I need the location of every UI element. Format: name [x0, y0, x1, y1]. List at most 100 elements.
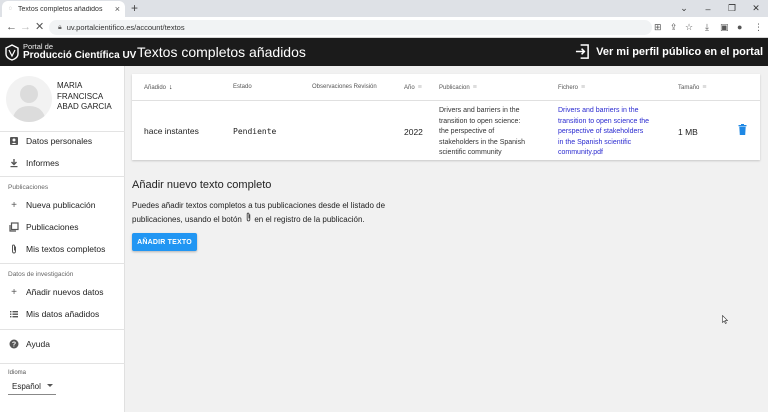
file-link-line: transition to open science the [558, 117, 650, 125]
file-link-line: community.pdf [558, 149, 603, 156]
sidebar-item-label: Informes [26, 158, 60, 168]
chevron-down-icon[interactable]: ⌄ [672, 0, 696, 17]
column-header-anadido[interactable]: Añadido ↓ [144, 84, 173, 91]
column-header-publicacion[interactable]: Publicacion ≡ [439, 84, 477, 91]
sidebar-divider [0, 363, 125, 364]
file-link-line: in the Spanish scientific [558, 138, 632, 146]
language-value: Español [12, 382, 41, 391]
tab-favicon-icon: ◌ [8, 6, 13, 12]
publicacion-line: scientific community [439, 149, 502, 156]
cell-publicacion: Drivers and barriers in the transition t… [439, 106, 525, 159]
sidebar-item-label: Añadir nuevos datos [26, 287, 104, 297]
share-icon[interactable]: ⇪ [670, 21, 678, 33]
sidebar-divider [0, 329, 125, 330]
stop-loading-icon[interactable]: ✕ [35, 20, 44, 34]
column-header-estado: Estado [233, 84, 252, 90]
add-section-title: Añadir nuevo texto completo [132, 179, 272, 191]
add-text-button[interactable]: AÑADIR TEXTO [132, 233, 197, 251]
publicacion-line: the perspective of [439, 128, 495, 135]
person-card-icon [9, 136, 19, 146]
sidepanel-icon[interactable]: ▣ [720, 21, 729, 33]
column-header-label: Estado [233, 84, 252, 90]
desc-line: Puedes añadir textos completos a tus pub… [132, 201, 386, 210]
minimize-icon[interactable]: – [696, 0, 720, 17]
mouse-cursor-icon [722, 315, 728, 324]
language-label: Idioma [8, 370, 27, 376]
column-header-tamano[interactable]: Tamaño ≡ [678, 84, 706, 91]
column-header-anio[interactable]: Año ≡ [404, 84, 422, 91]
sidebar: MARIA FRANCISCA ABAD GARCIA Datos person… [0, 66, 125, 412]
app-header: Portal de Producció Científica UV Textos… [0, 38, 768, 66]
sidebar-item-label: Ayuda [26, 339, 50, 349]
browser-tab[interactable]: ◌ Textos completos añadidos × [2, 1, 125, 17]
avatar [6, 76, 52, 122]
sidebar-item-label: Datos personales [26, 136, 93, 146]
download-icon [9, 158, 19, 168]
column-header-observaciones: Observaciones Revisión [312, 84, 377, 90]
plus-icon: + [11, 286, 17, 298]
library-books-icon [9, 222, 19, 232]
file-link[interactable]: Drivers and barriers in the transition t… [558, 106, 649, 159]
arrow-down-icon: ↓ [169, 84, 173, 91]
sidebar-item-mis-textos[interactable]: Mis textos completos [0, 239, 124, 259]
cell-anio: 2022 [404, 127, 423, 137]
plus-icon: + [11, 199, 17, 211]
sort-icon: ≡ [581, 84, 586, 91]
sidebar-item-datos-personales[interactable]: Datos personales [0, 131, 124, 151]
status-badge: Pendiente [233, 127, 277, 136]
help-icon: ? [9, 339, 19, 349]
sort-icon: ≡ [472, 84, 477, 91]
sidebar-item-label: Nueva publicación [26, 200, 96, 210]
language-select[interactable]: Español [8, 379, 56, 395]
sidebar-item-label: Mis datos añadidos [26, 309, 100, 319]
paperclip-icon [244, 212, 252, 226]
file-link-line: perspective of stakeholders [558, 128, 644, 135]
publicacion-line: transition to open science: [439, 117, 521, 125]
bookmark-star-icon[interactable]: ☆ [685, 21, 693, 33]
sidebar-item-nueva-publicacion[interactable]: + Nueva publicación [0, 195, 124, 215]
cell-tamano: 1 MB [678, 127, 698, 137]
sidebar-item-label: Publicaciones [26, 222, 79, 232]
download-icon[interactable]: ⤓ [705, 21, 709, 33]
sidebar-divider [0, 263, 125, 264]
sort-icon: ≡ [702, 84, 707, 91]
restore-icon[interactable]: ❐ [720, 0, 744, 17]
logo-line2: Producció Científica UV [23, 50, 137, 61]
sidebar-item-publicaciones[interactable]: Publicaciones [0, 217, 124, 237]
menu-kebab-icon[interactable]: ⋮ [754, 21, 763, 33]
column-header-label: Año [404, 84, 415, 91]
column-header-label: Fichero [558, 84, 579, 91]
logo-shield-icon [5, 43, 19, 61]
forward-arrow-icon[interactable]: → [20, 20, 31, 34]
public-profile-label: Ver mi perfil público en el portal [596, 45, 763, 58]
tab-close-icon[interactable]: × [115, 4, 120, 14]
trash-icon[interactable] [738, 124, 747, 135]
texts-table: Añadido ↓ Estado Observaciones Revisión … [132, 74, 760, 160]
sidebar-item-mis-datos[interactable]: Mis datos añadidos [0, 304, 124, 324]
page-title: Textos completos añadidos [137, 44, 306, 60]
desc-text: publicaciones, usando el botón [132, 215, 242, 224]
tab-title: Textos completos añadidos [18, 5, 103, 13]
url-text: uv.portalcientifico.es/account/textos [66, 23, 185, 32]
file-link-line: Drivers and barriers in the [558, 107, 639, 114]
profile-icon[interactable]: ● [737, 21, 742, 33]
lock-icon[interactable]: 🔒︎ [58, 24, 62, 32]
sidebar-item-ayuda[interactable]: ? Ayuda [0, 334, 124, 354]
close-window-icon[interactable]: ✕ [744, 0, 768, 17]
sidebar-section-publicaciones: Publicaciones [8, 184, 49, 191]
sidebar-item-anadir-datos[interactable]: + Añadir nuevos datos [0, 282, 124, 302]
back-arrow-icon[interactable]: ← [6, 20, 17, 34]
window-controls: ⌄ – ❐ ✕ [672, 0, 768, 17]
svg-text:?: ? [12, 342, 16, 349]
column-header-fichero[interactable]: Fichero ≡ [558, 84, 585, 91]
user-placeholder-icon [12, 85, 46, 122]
public-profile-link[interactable]: Ver mi perfil público en el portal [575, 44, 763, 59]
translate-icon[interactable]: ⊞ [654, 21, 662, 33]
site-logo[interactable]: Portal de Producció Científica UV [5, 43, 136, 61]
new-tab-button[interactable]: + [131, 1, 138, 15]
sidebar-item-informes[interactable]: Informes [0, 153, 124, 173]
browser-tabstrip: ◌ Textos completos añadidos × + ⌄ – ❐ ✕ [0, 0, 768, 17]
browser-toolbar: ← → ✕ 🔒︎ uv.portalcientifico.es/account/… [0, 17, 768, 38]
address-bar[interactable]: 🔒︎ uv.portalcientifico.es/account/textos [49, 20, 652, 35]
column-header-label: Tamaño [678, 84, 700, 91]
